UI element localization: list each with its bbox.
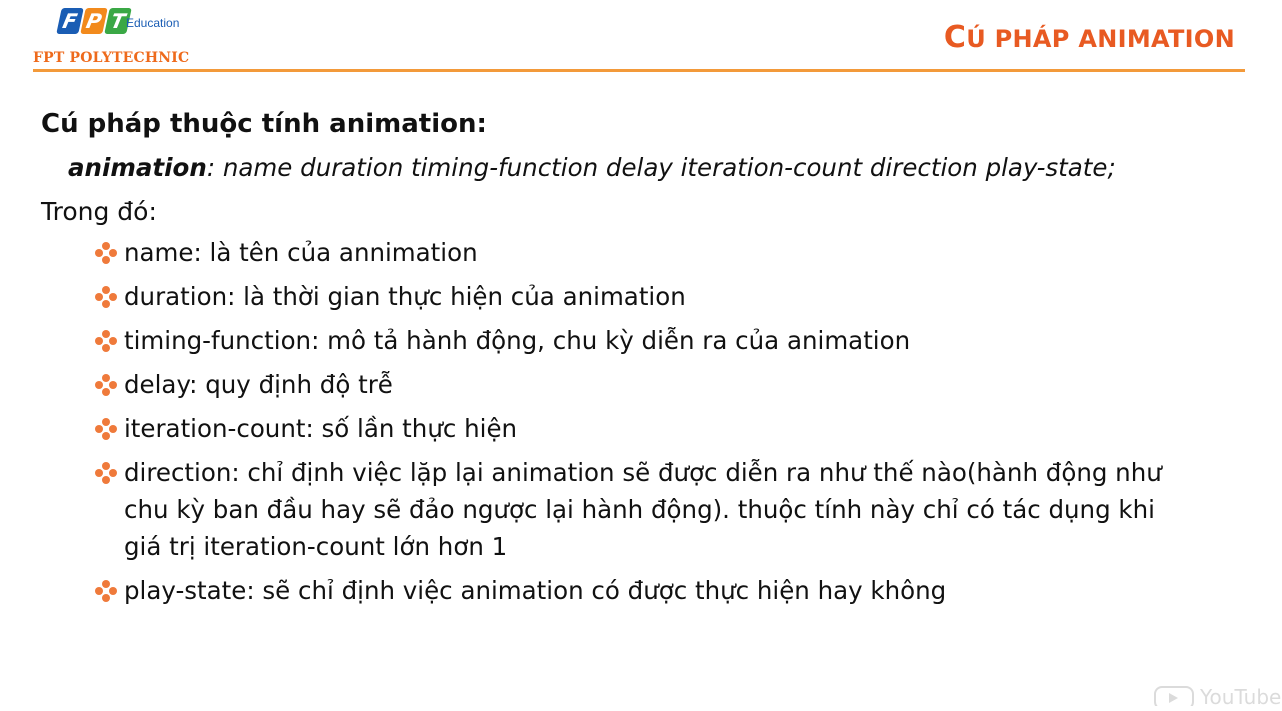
- list-item: duration: là thời gian thực hiện của ani…: [94, 278, 1179, 315]
- list-item: play-state: sẽ chỉ định việc animation c…: [94, 572, 1179, 609]
- logo-letter-p: P: [80, 8, 108, 34]
- fpt-logo: FPT Education FPT POLYTECHNIC: [33, 6, 233, 68]
- youtube-text: YouTube: [1199, 685, 1281, 706]
- logo-school-name: FPT POLYTECHNIC: [33, 50, 190, 66]
- header-divider: [33, 69, 1245, 72]
- diamond-bullet-icon: [94, 417, 118, 441]
- list-item-text: name: là tên của annimation: [124, 238, 478, 267]
- slide-title: CÚ PHÁP ANIMATION: [944, 20, 1235, 55]
- slide-title-initial: C: [943, 20, 967, 55]
- where-label: Trong đó:: [41, 197, 157, 226]
- diamond-bullet-icon: [94, 285, 118, 309]
- syntax-line: animation: name duration timing-function…: [68, 146, 1241, 190]
- syntax-rest: : name duration timing-function delay it…: [206, 153, 1116, 182]
- list-item: timing-function: mô tả hành động, chu kỳ…: [94, 322, 1179, 359]
- list-item: iteration-count: số lần thực hiện: [94, 410, 1179, 447]
- logo-education-text: Education: [126, 16, 180, 30]
- syntax-keyword: animation: [68, 153, 207, 182]
- list-item-text: direction: chỉ định việc lặp lại animati…: [124, 458, 1162, 561]
- slide-title-rest: Ú PHÁP ANIMATION: [966, 25, 1235, 53]
- diamond-bullet-icon: [94, 241, 118, 265]
- list-item: name: là tên của annimation: [94, 234, 1179, 271]
- diamond-bullet-icon: [94, 579, 118, 603]
- list-item-text: play-state: sẽ chỉ định việc animation c…: [124, 576, 947, 605]
- property-list: name: là tên của annimation duration: là …: [41, 234, 1241, 609]
- list-item-text: timing-function: mô tả hành động, chu kỳ…: [124, 326, 911, 355]
- logo-letter-f: F: [56, 8, 84, 34]
- diamond-bullet-icon: [94, 461, 118, 485]
- section-heading: Cú pháp thuộc tính animation:: [41, 109, 487, 139]
- fpt-letters: FPT: [56, 8, 132, 40]
- slide-content: Cú pháp thuộc tính animation: animation:…: [41, 102, 1241, 616]
- youtube-icon: YouTube: [1154, 685, 1281, 710]
- list-item: direction: chỉ định việc lặp lại animati…: [94, 454, 1179, 565]
- diamond-bullet-icon: [94, 329, 118, 353]
- list-item: delay: quy định độ trễ: [94, 366, 1179, 403]
- youtube-watermark: YouTube: [1154, 684, 1282, 710]
- diamond-bullet-icon: [94, 373, 118, 397]
- list-item-text: delay: quy định độ trễ: [124, 370, 393, 399]
- list-item-text: duration: là thời gian thực hiện của ani…: [124, 282, 686, 311]
- list-item-text: iteration-count: số lần thực hiện: [124, 414, 518, 443]
